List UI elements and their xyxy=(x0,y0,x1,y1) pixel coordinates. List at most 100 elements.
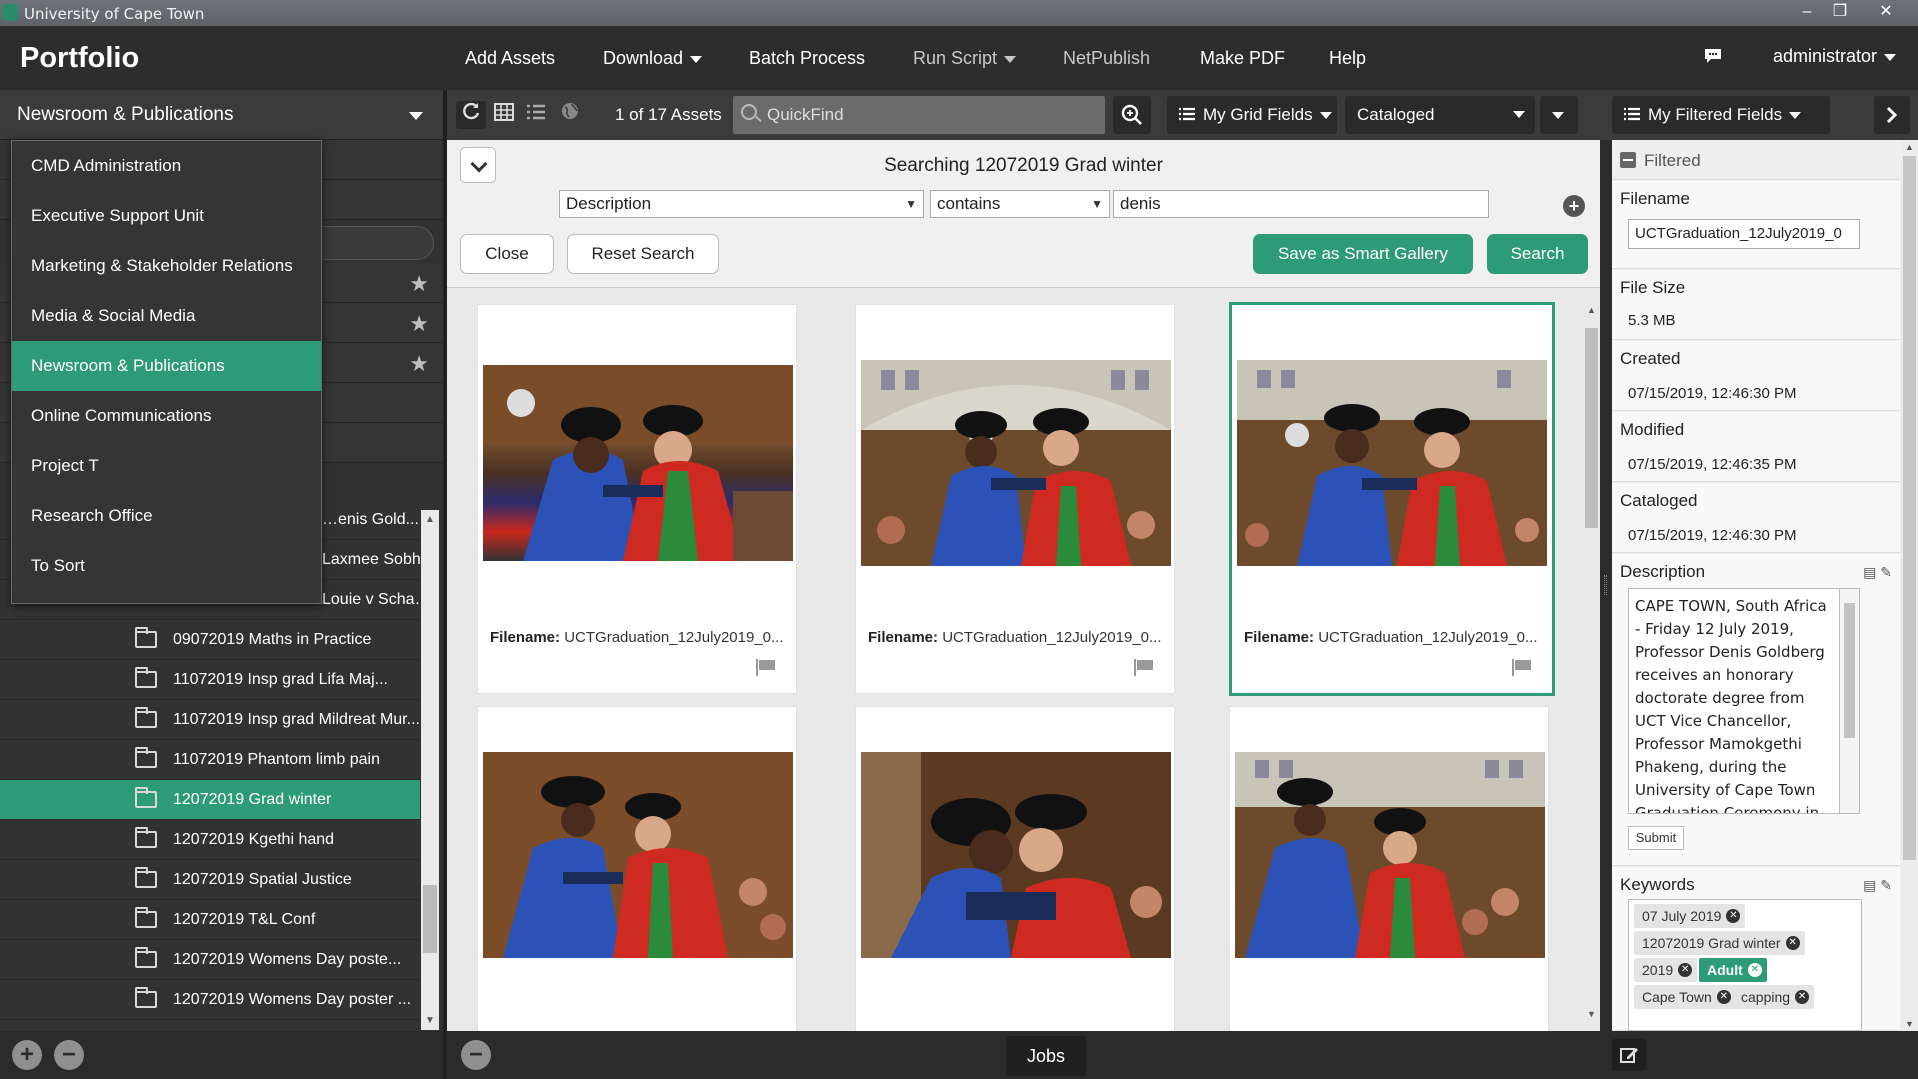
status-dropdown[interactable]: Cataloged xyxy=(1345,96,1535,134)
globe-icon[interactable] xyxy=(555,101,585,129)
description-textarea[interactable]: CAPE TOWN, South Africa - Friday 12 July… xyxy=(1628,588,1840,814)
list-item[interactable]: 11072019 Insp grad Lifa Maj... xyxy=(0,660,420,700)
shrink-thumbnails-button[interactable]: − xyxy=(461,1040,491,1070)
scrollbar-thumb[interactable] xyxy=(1585,328,1598,528)
list-item[interactable]: 12072019 Spatial Justice xyxy=(0,860,420,900)
remove-tag-icon[interactable]: ✕ xyxy=(1726,909,1741,923)
scroll-up-icon[interactable]: ▲ xyxy=(425,514,435,525)
add-criteria-button[interactable]: + xyxy=(1563,195,1585,217)
keyword-tag[interactable]: capping ✕ xyxy=(1733,985,1815,1009)
list-item[interactable]: 12072019 T&L Conf xyxy=(0,900,420,940)
details-scrollbar[interactable]: ▲ ▼ xyxy=(1901,140,1918,1031)
menu-item[interactable]: Online Communications xyxy=(12,391,321,441)
flag-icon[interactable] xyxy=(1512,659,1532,676)
gallery-search-input[interactable] xyxy=(318,226,434,260)
asset-thumbnail[interactable] xyxy=(1237,360,1547,566)
grid-scrollbar[interactable]: ▲ ▼ xyxy=(1583,303,1600,1021)
search-button[interactable]: Search xyxy=(1487,234,1588,274)
remove-tag-icon[interactable]: ✕ xyxy=(1678,963,1693,977)
menu-item[interactable]: To Sort xyxy=(12,541,321,591)
menu-item[interactable]: Marketing & Stakeholder Relations xyxy=(12,241,321,291)
add-assets-link[interactable]: Add Assets xyxy=(465,48,555,69)
filtered-header[interactable]: Filtered xyxy=(1612,140,1900,180)
submit-button[interactable]: Submit xyxy=(1628,826,1684,850)
list-item-selected[interactable]: 12072019 Grad winter xyxy=(0,780,420,820)
save-smart-gallery-button[interactable]: Save as Smart Gallery xyxy=(1253,234,1473,274)
batch-process-link[interactable]: Batch Process xyxy=(749,48,865,69)
list-view-icon[interactable] xyxy=(521,101,551,129)
download-menu[interactable]: Download xyxy=(603,48,703,69)
list-item[interactable]: 11072019 Insp grad Mildreat Mur... xyxy=(0,700,420,740)
asset-card[interactable]: Filename: UCTGraduation_12July2019_0... xyxy=(477,304,797,694)
list-item[interactable]: 12072019 Womens Day poster ... xyxy=(0,980,420,1020)
remove-tag-icon[interactable]: ✕ xyxy=(1795,990,1810,1004)
edit-icon[interactable]: ▤ ✎ xyxy=(1863,564,1892,581)
quickfind-field[interactable] xyxy=(733,96,1105,134)
keyword-tag-highlighted[interactable]: Adult ✕ xyxy=(1699,958,1767,982)
run-script-menu[interactable]: Run Script xyxy=(913,48,1017,69)
asset-card[interactable] xyxy=(855,706,1175,1031)
asset-thumbnail[interactable] xyxy=(861,360,1171,566)
remove-tag-icon[interactable]: ✕ xyxy=(1747,963,1762,977)
menu-item[interactable]: CMD Administration xyxy=(12,141,321,191)
splitter-handle-icon[interactable] xyxy=(1604,575,1607,595)
keyword-tag[interactable]: 2019 ✕ xyxy=(1634,958,1698,982)
collapse-icon[interactable] xyxy=(1620,152,1636,168)
scrollbar-thumb[interactable] xyxy=(1844,603,1855,738)
asset-thumbnail[interactable] xyxy=(861,752,1171,958)
grid-fields-dropdown[interactable]: My Grid Fields xyxy=(1167,96,1337,134)
more-dropdown[interactable] xyxy=(1540,96,1578,134)
remove-tag-icon[interactable]: ✕ xyxy=(1785,936,1800,950)
jobs-button[interactable]: Jobs xyxy=(1006,1036,1086,1076)
scroll-up-icon[interactable]: ▲ xyxy=(1905,142,1914,152)
filtered-fields-dropdown[interactable]: My Filtered Fields xyxy=(1612,96,1830,134)
asset-thumbnail[interactable] xyxy=(1235,752,1545,958)
close-button[interactable]: Close xyxy=(460,234,554,274)
star-icon[interactable]: ★ xyxy=(409,271,429,297)
menu-item[interactable]: Media & Social Media xyxy=(12,291,321,341)
keywords-field[interactable]: 07 July 2019 ✕ 12072019 Grad winter ✕ 2019… xyxy=(1628,899,1862,1031)
list-item[interactable]: 12072019 Womens Day poste... xyxy=(0,940,420,980)
collapse-details-button[interactable] xyxy=(1874,96,1910,134)
asset-card[interactable] xyxy=(1229,706,1549,1031)
scrollbar-thumb[interactable] xyxy=(1903,156,1916,860)
netpublish-link[interactable]: NetPublish xyxy=(1063,48,1150,69)
asset-card[interactable]: Filename: UCTGraduation_12July2019_0... xyxy=(855,304,1175,694)
search-field-select[interactable]: Description ▼ xyxy=(559,190,924,218)
description-scrollbar[interactable] xyxy=(1840,588,1860,814)
filename-field[interactable]: UCTGraduation_12July2019_0 xyxy=(1628,219,1860,249)
list-item[interactable]: 11072019 Phantom limb pain xyxy=(0,740,420,780)
maximize-button[interactable]: ❐ xyxy=(1822,0,1858,26)
star-icon[interactable]: ★ xyxy=(409,351,429,377)
keyword-tag[interactable]: Cape Town ✕ xyxy=(1634,985,1736,1009)
zoom-search-button[interactable] xyxy=(1113,96,1151,134)
scroll-down-icon[interactable]: ▼ xyxy=(425,1015,435,1026)
add-gallery-button[interactable]: + xyxy=(12,1040,42,1070)
keyword-tag[interactable]: 07 July 2019 ✕ xyxy=(1634,904,1746,928)
catalog-selector[interactable]: Newsroom & Publications xyxy=(0,90,443,140)
asset-thumbnail[interactable] xyxy=(483,365,793,561)
user-menu[interactable]: administrator xyxy=(1773,46,1897,67)
menu-item[interactable]: Research Office xyxy=(12,491,321,541)
make-pdf-link[interactable]: Make PDF xyxy=(1200,48,1285,69)
scrollbar-thumb[interactable] xyxy=(423,885,437,953)
remove-tag-icon[interactable]: ✕ xyxy=(1716,990,1731,1004)
gallery-scrollbar[interactable]: ▲ ▼ xyxy=(421,510,439,1030)
menu-item-selected[interactable]: Newsroom & Publications xyxy=(12,341,321,391)
scroll-up-icon[interactable]: ▲ xyxy=(1587,305,1596,315)
list-item[interactable]: 09072019 Maths in Practice xyxy=(0,620,420,660)
scroll-down-icon[interactable]: ▼ xyxy=(1587,1009,1596,1019)
asset-card[interactable] xyxy=(477,706,797,1031)
close-window-button[interactable]: ✕ xyxy=(1868,0,1904,26)
flag-icon[interactable] xyxy=(1134,659,1154,676)
refresh-icon[interactable] xyxy=(456,101,486,129)
quickfind-input[interactable] xyxy=(767,104,1097,126)
minimize-button[interactable]: – xyxy=(1789,0,1825,26)
asset-card-selected[interactable]: Filename: UCTGraduation_12July2019_0... xyxy=(1229,302,1555,696)
search-value-input[interactable]: denis xyxy=(1113,190,1489,218)
list-item[interactable]: 12072019 Kgethi hand xyxy=(0,820,420,860)
menu-item[interactable]: Project T xyxy=(12,441,321,491)
panel-splitter[interactable] xyxy=(1600,140,1612,1031)
help-link[interactable]: Help xyxy=(1329,48,1366,69)
star-icon[interactable]: ★ xyxy=(409,311,429,337)
